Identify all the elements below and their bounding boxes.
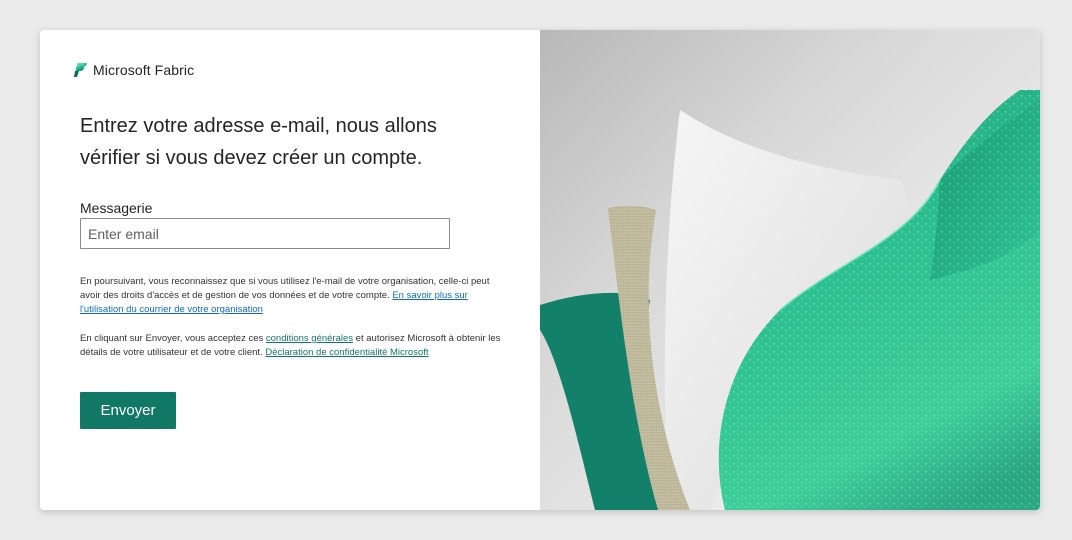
terms-link[interactable]: conditions générales (266, 333, 353, 344)
submit-button[interactable]: Envoyer (80, 392, 176, 429)
email-label: Messagerie (80, 200, 153, 216)
privacy-link[interactable]: Déclaration de confidentialité Microsoft (265, 347, 428, 358)
sign-in-card: Microsoft Fabric Entrez votre adresse e-… (40, 30, 1040, 510)
sign-in-panel: Microsoft Fabric Entrez votre adresse e-… (40, 30, 540, 510)
hero-image (540, 30, 1040, 510)
page-title: Entrez votre adresse e-mail, nous allons… (80, 115, 437, 169)
fabric-logo-icon (73, 62, 88, 78)
email-field[interactable] (80, 218, 450, 249)
terms-notice-text-before: En cliquant sur Envoyer, vous acceptez c… (80, 333, 266, 344)
brand-header: Microsoft Fabric (73, 62, 194, 78)
organization-notice: En poursuivant, vous reconnaissez que si… (80, 275, 505, 317)
terms-notice: En cliquant sur Envoyer, vous acceptez c… (80, 332, 505, 360)
fabric-hero-illustration-icon (540, 30, 1040, 510)
brand-name: Microsoft Fabric (93, 62, 195, 78)
